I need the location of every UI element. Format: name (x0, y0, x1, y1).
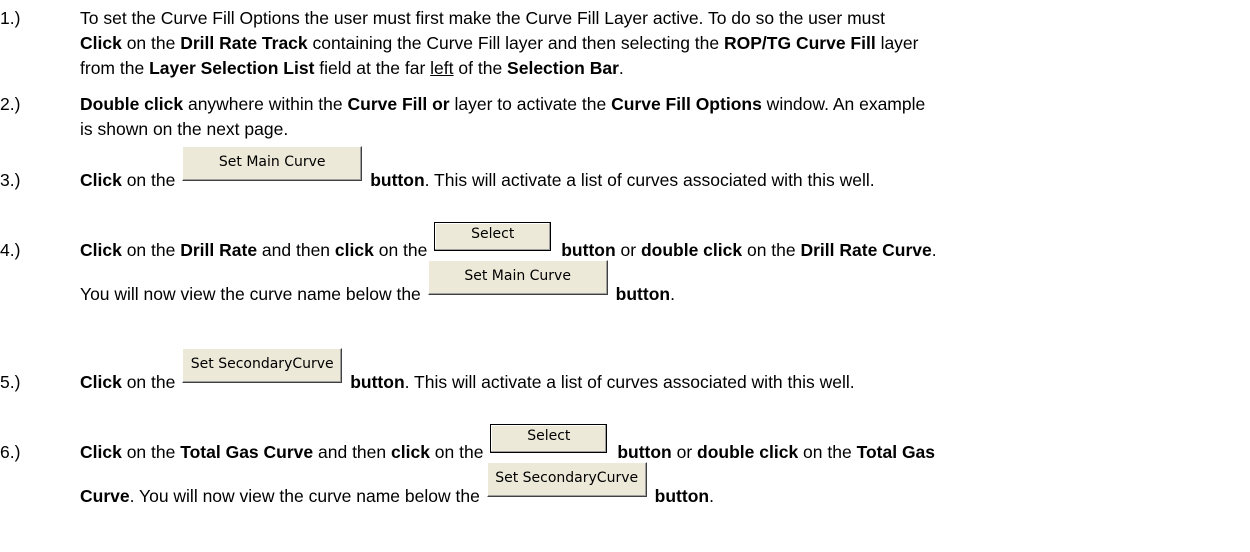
bold-text: Layer Selection List (149, 58, 315, 78)
step-text: anywhere within the (183, 94, 348, 114)
instruction-document: 1.) To set the Curve Fill Options the us… (0, 0, 1250, 552)
step-text: or (615, 240, 641, 260)
bold-text: Click (80, 372, 122, 392)
set-main-curve-button[interactable]: Set Main Curve (427, 260, 608, 295)
bold-text: button (561, 240, 616, 260)
step-text: and then (313, 442, 391, 462)
step-text: from the (80, 58, 150, 78)
bold-text: Curve Fill Options (611, 94, 762, 114)
step-6-line-2: Curve. You will now view the curve name … (80, 462, 714, 507)
step-text: . This will activate a list of curves as… (424, 170, 875, 190)
bold-text: Total Gas (856, 442, 936, 462)
step-1-line-1: To set the Curve Fill Options the user m… (80, 8, 885, 29)
bold-text: Drill Rate Curve (800, 240, 932, 260)
step-text: window. An example (761, 94, 926, 114)
bold-text: Selection Bar (507, 58, 619, 78)
step-text: on the (121, 33, 181, 53)
bold-text: Drill Rate Track (180, 33, 308, 53)
step-text: . You will now view the curve name below… (129, 486, 485, 506)
bold-text: double click (640, 240, 743, 260)
bold-text: Drill Rate (180, 240, 258, 260)
step-text: field at the far (314, 58, 431, 78)
bold-text: Click (80, 170, 122, 190)
step-text: on the (742, 240, 801, 260)
step-number: 6.) (0, 442, 21, 462)
bold-text: click (334, 240, 374, 260)
bold-text: Click (80, 33, 122, 53)
bold-text: ROP/TG Curve Fill (724, 33, 876, 53)
bold-text: double click (697, 442, 799, 462)
step-text: on the (121, 372, 181, 392)
step-text: layer (875, 33, 919, 53)
step-text: on the (798, 442, 857, 462)
step-text: . (931, 240, 937, 260)
step-number: 3.) (0, 170, 21, 190)
step-text: on the (121, 240, 181, 260)
step-number: 4.) (0, 240, 21, 260)
set-main-curve-button[interactable]: Set Main Curve (182, 146, 363, 181)
step-2-line-1: Double click anywhere within the Curve F… (80, 94, 925, 115)
step-text: or (671, 442, 698, 462)
set-secondary-curve-button[interactable]: Set SecondaryCurve (486, 462, 647, 497)
step-4-line-2: You will now view the curve name below t… (80, 260, 675, 305)
step-number: 5.) (0, 372, 21, 392)
step-text: To set the Curve Fill Options the user m… (80, 8, 885, 28)
step-6-line-1: Click on the Total Gas Curve and then cl… (80, 424, 936, 463)
bold-text: click (391, 442, 430, 462)
bold-text: Curve Fill or (347, 94, 450, 114)
step-text: . This will activate a list of curves as… (404, 372, 855, 392)
step-4-line-1: Click on the Drill Rate and then click o… (80, 222, 937, 261)
bold-text: Double click (80, 94, 184, 114)
step-text: is shown on the next page. (80, 119, 289, 139)
step-text: on the (121, 170, 181, 190)
step-text: . (709, 486, 714, 506)
bold-text: Click (80, 442, 122, 462)
step-3-line-1: Click on the Set Main Curve button. This … (80, 146, 875, 191)
step-text: layer to activate the (449, 94, 612, 114)
bold-text: button (617, 442, 672, 462)
step-text: on the (429, 442, 489, 462)
underlined-text: left (430, 58, 454, 78)
bold-text: Total Gas Curve (180, 442, 314, 462)
select-button[interactable]: Select (434, 222, 552, 251)
bold-text: button (654, 486, 710, 506)
step-5-line-1: Click on the Set SecondaryCurve button. T… (80, 348, 855, 393)
step-text: . (670, 284, 675, 304)
select-button[interactable]: Select (490, 424, 608, 453)
bold-text: Click (80, 240, 122, 260)
step-number: 1.) (0, 8, 21, 28)
step-text: on the (121, 442, 181, 462)
bold-text: Curve (80, 486, 130, 506)
set-secondary-curve-button[interactable]: Set SecondaryCurve (182, 348, 343, 383)
step-text: containing the Curve Fill layer and then… (307, 33, 724, 53)
step-number: 2.) (0, 94, 21, 114)
step-2-line-2: is shown on the next page. (80, 119, 288, 140)
step-1-line-3: from the Layer Selection List field at t… (80, 58, 624, 79)
step-text: of the (453, 58, 508, 78)
step-1-line-2: Click on the Drill Rate Track containing… (80, 33, 919, 54)
bold-text: button (615, 284, 671, 304)
bold-text: button (350, 372, 405, 392)
step-text: You will now view the curve name below t… (80, 284, 426, 304)
step-text: . (618, 58, 624, 78)
bold-text: button (370, 170, 425, 190)
step-text: and then (257, 240, 335, 260)
step-text: on the (373, 240, 433, 260)
